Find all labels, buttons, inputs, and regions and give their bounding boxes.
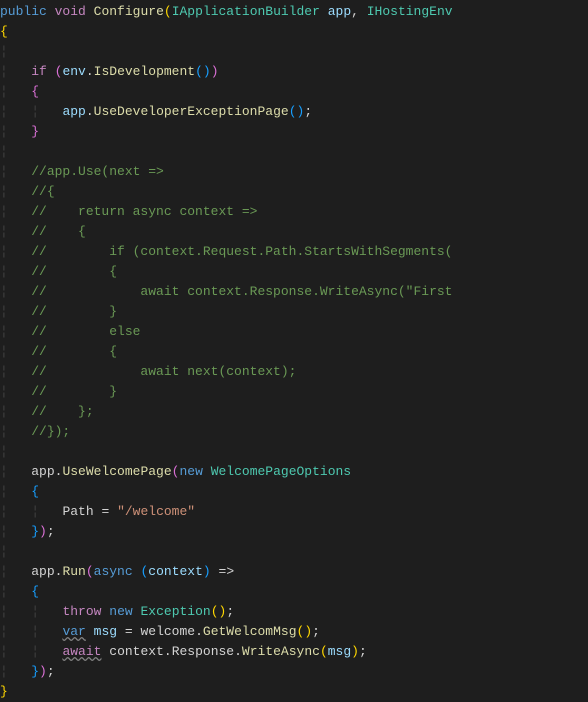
- method-call: Run: [62, 564, 85, 579]
- var: env: [62, 64, 85, 79]
- comment: // return async context =>: [31, 204, 257, 219]
- keyword-if: if: [31, 64, 47, 79]
- keyword-var: var: [62, 624, 85, 639]
- method-call: UseDeveloperExceptionPage: [94, 104, 289, 119]
- brace-open: {: [31, 584, 39, 599]
- type: IApplicationBuilder: [172, 4, 320, 19]
- keyword-new: new: [109, 604, 132, 619]
- var: app: [31, 564, 54, 579]
- type: WelcomePageOptions: [211, 464, 351, 479]
- method-call: UseWelcomePage: [62, 464, 171, 479]
- keyword-await: await: [62, 644, 101, 659]
- var: app: [31, 464, 54, 479]
- keyword-void: void: [55, 4, 86, 19]
- keyword-public: public: [0, 4, 47, 19]
- property: Response: [172, 644, 234, 659]
- var: welcome: [140, 624, 195, 639]
- property: Path: [62, 504, 93, 519]
- var: app: [62, 104, 85, 119]
- keyword-throw: throw: [62, 604, 101, 619]
- keyword-new: new: [179, 464, 202, 479]
- brace-open: {: [31, 484, 39, 499]
- type: IHostingEnv: [367, 4, 453, 19]
- type: Exception: [140, 604, 210, 619]
- comment: // }: [31, 304, 117, 319]
- comment: // {: [31, 264, 117, 279]
- comment: //{: [31, 184, 54, 199]
- comment: // if (context.Request.Path.StartsWithSe…: [31, 244, 452, 259]
- method-call: IsDevelopment: [94, 64, 195, 79]
- comment: //app.Use(next =>: [31, 164, 164, 179]
- brace-close: }: [31, 664, 39, 679]
- arg: msg: [328, 644, 351, 659]
- brace-close: }: [31, 524, 39, 539]
- comment: // }: [31, 384, 117, 399]
- string-literal: "/welcome": [117, 504, 195, 519]
- comment: // {: [31, 344, 117, 359]
- comment: //});: [31, 424, 70, 439]
- var: msg: [94, 624, 117, 639]
- code-editor[interactable]: public void Configure(IApplicationBuilde…: [0, 0, 588, 702]
- operator: =: [117, 624, 140, 639]
- brace-open: {: [31, 84, 39, 99]
- comment: // await context.Response.WriteAsync("Fi…: [31, 284, 452, 299]
- var: context: [109, 644, 164, 659]
- comment: // {: [31, 224, 86, 239]
- lambda-arrow: =>: [211, 564, 234, 579]
- keyword-async: async: [94, 564, 133, 579]
- brace-close: }: [0, 684, 8, 699]
- comment: // };: [31, 404, 93, 419]
- param: app: [328, 4, 351, 19]
- brace-close: }: [31, 124, 39, 139]
- param: context: [148, 564, 203, 579]
- brace-open: {: [0, 24, 8, 39]
- operator: =: [94, 504, 117, 519]
- dot: .: [86, 64, 94, 79]
- comment: // else: [31, 324, 140, 339]
- method-call: GetWelcomMsg: [203, 624, 297, 639]
- method-call: WriteAsync: [242, 644, 320, 659]
- comment: // await next(context);: [31, 364, 296, 379]
- method-name: Configure: [94, 4, 164, 19]
